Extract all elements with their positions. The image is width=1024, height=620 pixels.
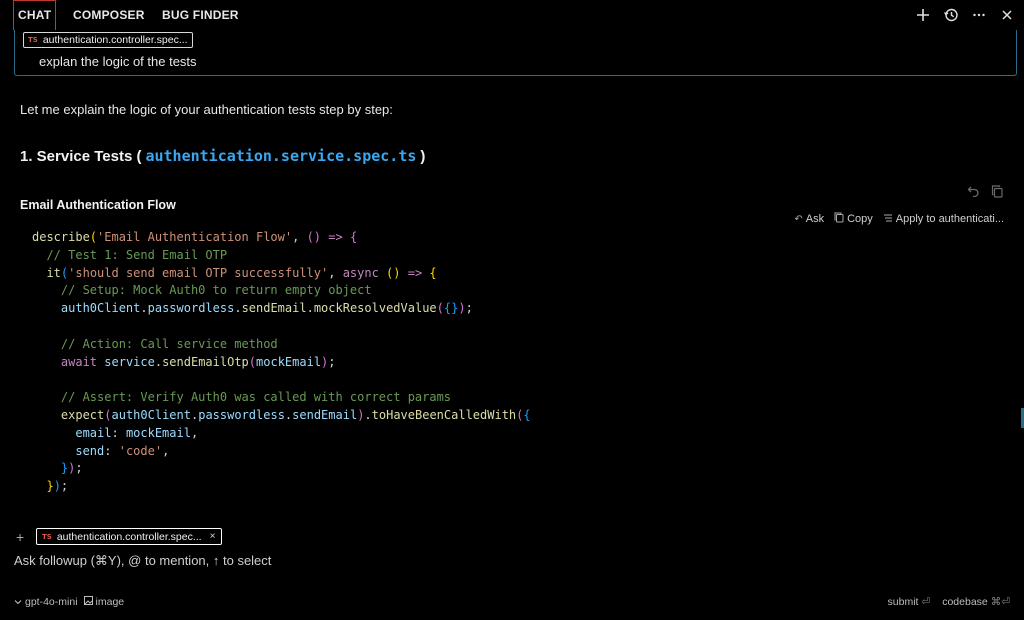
codebase-button[interactable]: codebase ⌘⏎ bbox=[942, 596, 1010, 608]
input-file-chip[interactable]: TS authentication.controller.spec... × bbox=[36, 528, 223, 545]
tab-bug-finder[interactable]: BUG FINDER bbox=[162, 0, 239, 30]
image-icon bbox=[83, 596, 93, 608]
undo-icon[interactable] bbox=[966, 184, 980, 198]
section-heading: 1. Service Tests ( authentication.servic… bbox=[20, 147, 425, 165]
chevron-down-icon bbox=[14, 596, 22, 608]
close-icon[interactable] bbox=[998, 6, 1016, 24]
user-query-box: TS authentication.controller.spec... exp… bbox=[14, 30, 1017, 76]
top-actions bbox=[914, 4, 1016, 26]
code-fade-overlay bbox=[0, 512, 1024, 526]
history-icon[interactable] bbox=[942, 6, 960, 24]
reply-icon: ↶ bbox=[794, 213, 803, 225]
user-query-text: explan the logic of the tests bbox=[39, 54, 197, 69]
top-tab-bar: CHAT COMPOSER BUG FINDER bbox=[0, 0, 1024, 30]
code-block-actions: ↶ Ask Copy Apply to authenticati... bbox=[794, 212, 1004, 226]
copy-label: Copy bbox=[847, 213, 873, 225]
ask-label: Ask bbox=[805, 213, 825, 225]
image-label: image bbox=[95, 596, 125, 608]
tab-composer[interactable]: COMPOSER bbox=[73, 0, 145, 30]
add-context-icon[interactable]: + bbox=[16, 529, 24, 545]
apply-label: Apply to authenticati... bbox=[895, 213, 1004, 225]
remove-chip-icon[interactable]: × bbox=[210, 531, 216, 542]
submit-button[interactable]: submit ⏎ bbox=[888, 596, 931, 608]
followup-input[interactable]: Ask followup (⌘Y), @ to mention, ↑ to se… bbox=[14, 553, 271, 569]
submit-label: submit bbox=[887, 596, 919, 608]
copy-message-icon[interactable] bbox=[990, 184, 1004, 198]
section-heading-prefix: 1. Service Tests ( bbox=[20, 148, 142, 165]
tab-chat[interactable]: CHAT bbox=[13, 0, 57, 30]
apply-button[interactable]: Apply to authenticati... bbox=[883, 213, 1004, 226]
model-selector[interactable]: gpt-4o-mini bbox=[14, 596, 78, 608]
message-actions bbox=[966, 184, 1004, 198]
typescript-icon: TS bbox=[28, 36, 38, 44]
more-icon[interactable] bbox=[970, 6, 988, 24]
typescript-icon: TS bbox=[42, 532, 52, 541]
input-file-name: authentication.controller.spec... bbox=[56, 530, 202, 543]
section-heading-suffix: ) bbox=[420, 148, 426, 165]
response-intro: Let me explain the logic of your authent… bbox=[20, 102, 393, 117]
apply-icon bbox=[883, 213, 893, 226]
ask-button[interactable]: ↶ Ask bbox=[794, 213, 824, 225]
section-heading-file-link[interactable]: authentication.service.spec.ts bbox=[145, 147, 416, 165]
submit-shortcut: ⏎ bbox=[921, 596, 931, 608]
query-file-name: authentication.controller.spec... bbox=[42, 34, 188, 46]
codebase-shortcut: ⌘⏎ bbox=[990, 596, 1010, 608]
subsection-heading: Email Authentication Flow bbox=[20, 198, 176, 212]
code-block[interactable]: describe('Email Authentication Flow', ()… bbox=[32, 229, 531, 496]
footer-bar: gpt-4o-mini image submit ⏎ codebase ⌘⏎ bbox=[14, 596, 1010, 610]
image-button[interactable]: image bbox=[83, 596, 125, 608]
codebase-label: codebase bbox=[942, 596, 988, 608]
model-label: gpt-4o-mini bbox=[25, 596, 78, 608]
copy-button[interactable]: Copy bbox=[834, 212, 873, 226]
query-file-chip[interactable]: TS authentication.controller.spec... bbox=[23, 32, 193, 48]
copy-icon bbox=[834, 212, 844, 226]
plus-icon[interactable] bbox=[914, 6, 932, 24]
